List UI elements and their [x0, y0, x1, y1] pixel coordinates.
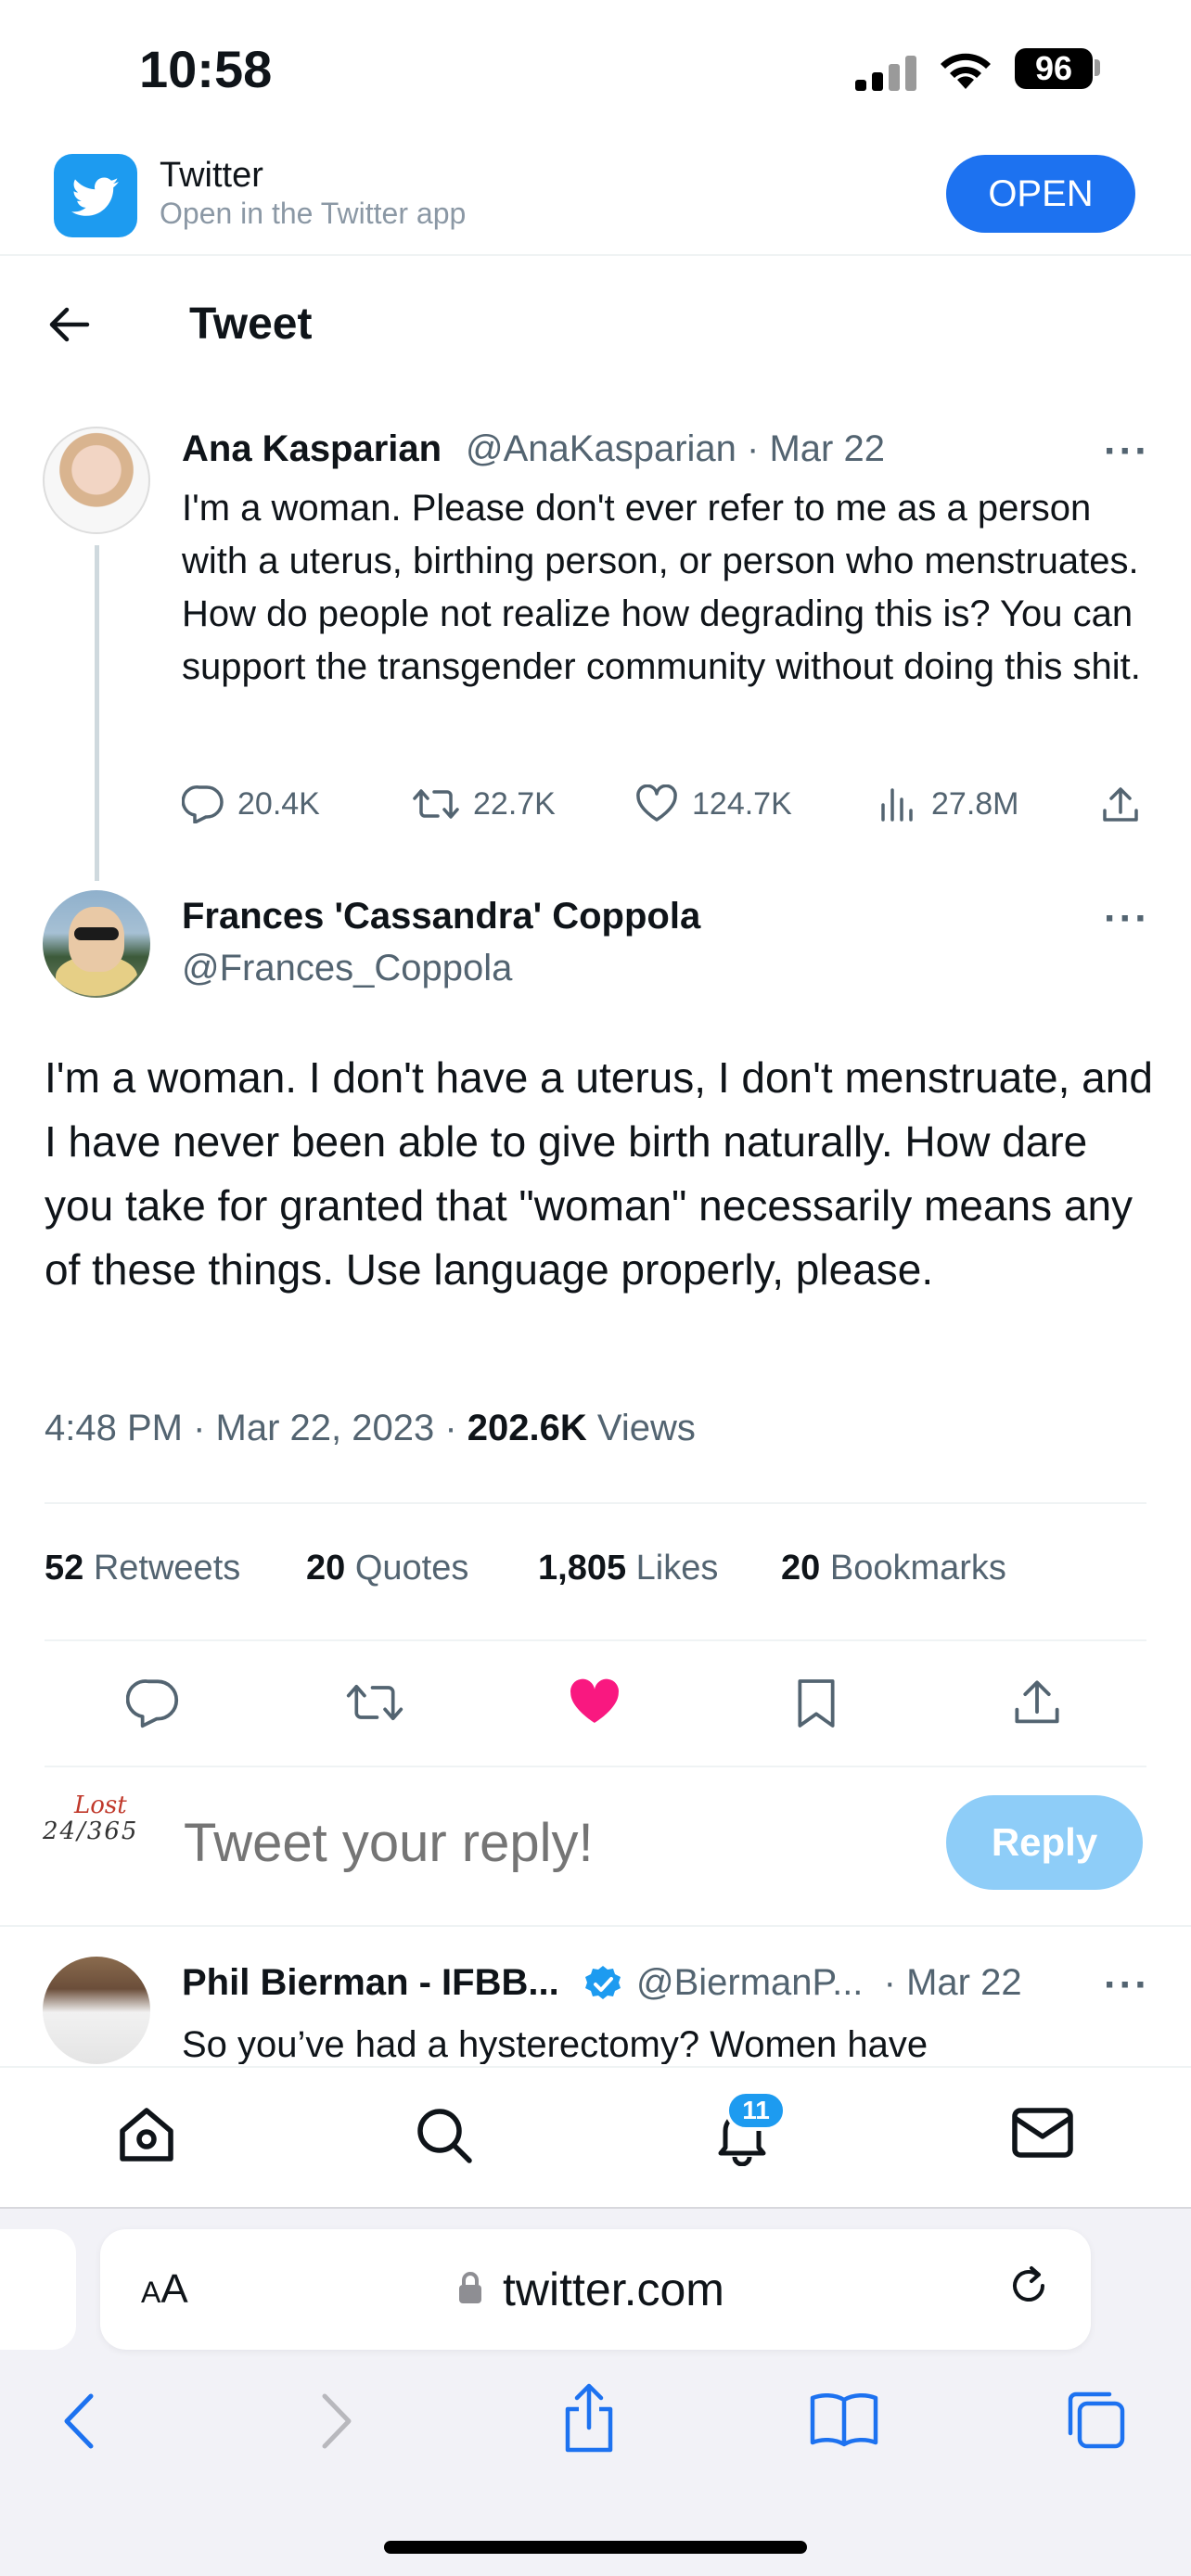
aa-small: A	[141, 2276, 161, 2309]
browser-back-icon[interactable]	[58, 2391, 100, 2452]
parent-retweet-count: 22.7K	[473, 785, 556, 822]
likes-label: Likes	[635, 1549, 719, 1588]
bookmark-button[interactable]	[792, 1677, 840, 1730]
status-time: 10:58	[139, 40, 273, 98]
avatar-text-bottom: 24/365	[43, 1817, 139, 1845]
back-arrow-icon[interactable]	[46, 304, 91, 345]
reply-tweet-more-icon[interactable]: ···	[1104, 1962, 1150, 2009]
url-text[interactable]: twitter.com	[503, 2263, 724, 2316]
parent-like-button[interactable]: 124.7K	[634, 784, 792, 823]
browser-share-icon[interactable]	[560, 2381, 618, 2455]
parent-tweet-meta: @AnaKasparian · Mar 22	[466, 428, 885, 469]
cellular-signal-icon	[855, 56, 916, 91]
banner-app-name: Twitter	[160, 156, 263, 195]
reply-input[interactable]	[184, 1812, 889, 1874]
main-tweet-more-icon[interactable]: ···	[1104, 896, 1150, 942]
reader-text-size-button[interactable]: AA	[141, 2266, 188, 2313]
browser-bookmarks-icon[interactable]	[809, 2391, 879, 2448]
wifi-icon	[941, 53, 991, 89]
avatar-sunglasses	[74, 927, 119, 940]
parent-tweet-more-icon[interactable]: ···	[1104, 428, 1150, 475]
main-tweet-author-name[interactable]: Frances 'Cassandra' Coppola	[182, 896, 700, 937]
quotes-label: Quotes	[354, 1549, 469, 1588]
home-icon[interactable]	[115, 2105, 178, 2164]
heart-outline-icon	[636, 784, 677, 822]
avatar-phil-bierman[interactable]	[43, 1957, 150, 2064]
bookmarks-stat[interactable]: 20 Bookmarks	[781, 1549, 1006, 1588]
messages-envelope-icon[interactable]	[1011, 2105, 1074, 2161]
divider	[45, 1766, 1146, 1767]
browser-forward-icon[interactable]	[315, 2391, 358, 2452]
views-count: 202.6K	[467, 1408, 587, 1448]
parent-like-count: 124.7K	[692, 785, 792, 822]
reply-button[interactable]	[126, 1677, 180, 1728]
banner-subtitle: Open in the Twitter app	[160, 197, 467, 230]
bookmarks-label: Bookmarks	[829, 1549, 1006, 1588]
main-tweet-author-handle[interactable]: @Frances_Coppola	[182, 948, 512, 989]
reply-tweet-text: So you’ve had a hysterectomy? Women have	[182, 2024, 928, 2064]
bookmarks-count: 20	[781, 1549, 821, 1588]
share-button[interactable]	[1011, 1677, 1063, 1728]
divider	[45, 1502, 1146, 1504]
my-avatar: Lost 24/365	[43, 1792, 154, 1875]
browser-tabs-icon[interactable]	[1063, 2387, 1128, 2452]
divider	[0, 1925, 1191, 1927]
verified-badge-icon	[585, 1966, 621, 1999]
likes-stat[interactable]: 1,805 Likes	[538, 1549, 718, 1588]
quotes-count: 20	[306, 1549, 346, 1588]
twitter-bird-icon	[71, 177, 119, 216]
like-button-filled[interactable]	[566, 1677, 623, 1728]
previous-tab-preview[interactable]	[0, 2229, 76, 2350]
parent-views-count: 27.8M	[931, 785, 1019, 822]
views-chart-icon	[881, 788, 913, 822]
parent-retweet-button[interactable]: 22.7K	[412, 784, 556, 823]
avatar-ana-kasparian[interactable]	[43, 427, 150, 534]
retweets-count: 52	[45, 1549, 84, 1588]
thread-connector-line	[95, 545, 99, 881]
reply-tweet-author-name[interactable]: Phil Bierman - IFBB...	[182, 1962, 559, 2004]
parent-reply-button[interactable]: 20.4K	[182, 784, 320, 823]
avatar-text-top: Lost	[74, 1792, 127, 1819]
main-tweet-timestamp: 4:48 PM · Mar 22, 2023 · 202.6K Views	[45, 1408, 696, 1449]
parent-share-button[interactable]	[1100, 784, 1141, 825]
share-icon	[1103, 787, 1138, 822]
quotes-stat[interactable]: 20 Quotes	[306, 1549, 468, 1588]
retweet-button[interactable]	[345, 1677, 404, 1728]
battery-indicator: 96	[1015, 48, 1093, 89]
views-label: Views	[596, 1408, 696, 1448]
home-indicator	[384, 2541, 807, 2554]
parent-tweet-text: I'm a woman. Please don't ever refer to …	[182, 488, 1141, 687]
reply-submit-button[interactable]: Reply	[946, 1795, 1143, 1890]
likes-count: 1,805	[538, 1549, 627, 1588]
lock-icon	[459, 2272, 481, 2303]
main-tweet-text: I'm a woman. I don't have a uterus, I do…	[45, 1053, 1153, 1294]
reload-icon[interactable]	[1004, 2261, 1054, 2311]
reply-tweet-meta: @BiermanP... · Mar 22	[636, 1962, 1022, 2003]
parent-reply-count: 20.4K	[237, 785, 320, 822]
retweet-icon	[413, 789, 459, 819]
divider	[45, 1639, 1146, 1641]
twitter-app-icon[interactable]	[54, 154, 137, 237]
retweets-stat[interactable]: 52 Retweets	[45, 1549, 240, 1588]
battery-tip	[1095, 59, 1100, 76]
timestamp-text: 4:48 PM · Mar 22, 2023 ·	[45, 1408, 467, 1448]
notification-count-badge: 11	[725, 2090, 787, 2131]
retweets-label: Retweets	[93, 1549, 241, 1588]
reply-icon	[182, 785, 224, 823]
page-title: Tweet	[189, 300, 313, 349]
search-icon[interactable]	[414, 2105, 473, 2164]
parent-tweet-author-name[interactable]: Ana Kasparian	[182, 428, 442, 470]
parent-views-button[interactable]: 27.8M	[877, 784, 1019, 823]
aa-large: A	[160, 2266, 188, 2312]
open-in-app-button[interactable]: OPEN	[946, 155, 1135, 233]
